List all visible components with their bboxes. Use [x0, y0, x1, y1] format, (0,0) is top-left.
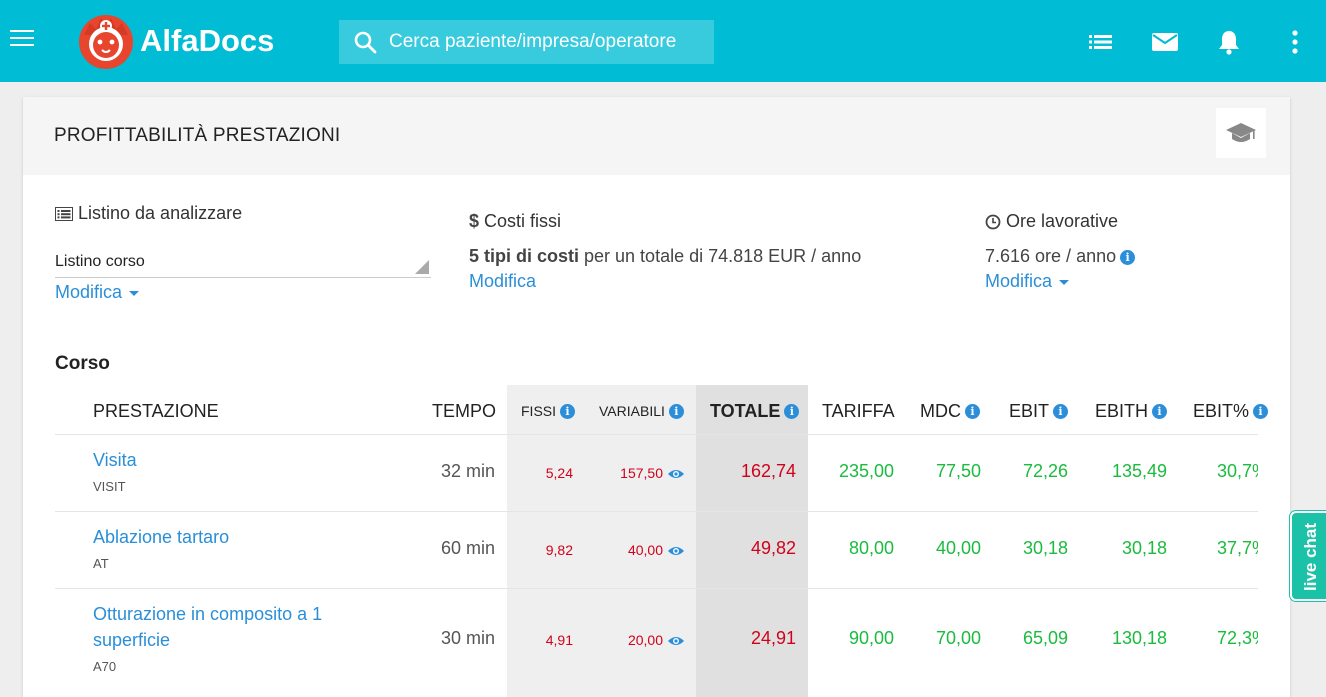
bell-icon[interactable]: [1215, 28, 1243, 56]
header-ebit-percent[interactable]: EBIT% i: [1193, 401, 1269, 422]
tariffa-value: 235,00: [838, 461, 894, 481]
ore-label: Ore lavorative: [1006, 211, 1119, 231]
totale-value: 162,74: [740, 461, 796, 481]
ebit-value: 30,18: [1022, 538, 1068, 558]
live-chat-label: live chat: [1301, 522, 1320, 591]
listino-select[interactable]: Listino corso: [55, 242, 431, 278]
tariffa-value: 80,00: [848, 538, 894, 558]
ebit-percent-value: 30,7%: [1217, 461, 1258, 481]
eye-icon[interactable]: [667, 468, 685, 480]
totale-value: 49,82: [750, 538, 796, 558]
ebit-value: 65,09: [1022, 628, 1068, 648]
mail-icon[interactable]: [1151, 28, 1179, 56]
eye-icon[interactable]: [667, 635, 685, 647]
caret-down-icon: [1059, 279, 1070, 285]
list-icon[interactable]: [1087, 28, 1115, 56]
app-logo[interactable]: AlfaDocs: [76, 11, 274, 71]
header-fissi[interactable]: FISSI i: [521, 403, 576, 419]
header-ebith[interactable]: EBITH i: [1095, 401, 1168, 422]
prestazioni-table: PRESTAZIONE TEMPO FISSI i VARIABILI i TOTA…: [55, 385, 1269, 697]
tutorial-button[interactable]: [1216, 108, 1266, 158]
fissi-value: 4,91: [545, 632, 573, 648]
eye-icon[interactable]: [667, 545, 685, 557]
mdc-value: 70,00: [935, 628, 981, 648]
header-tariffa[interactable]: TARIFFA: [822, 401, 895, 422]
table-row[interactable]: Visita VISIT 32 min 5,24 157,50 162,74 2…: [55, 435, 1258, 512]
profitability-card: PROFITTABILITÀ PRESTAZIONI Listino da an…: [23, 97, 1290, 697]
tempo-value: 60 min: [440, 538, 495, 558]
ore-lavorative-section: Ore lavorative 7.616 ore / anno i Modific…: [985, 211, 1136, 292]
tempo-value: 30 min: [440, 628, 495, 648]
costi-modify-link[interactable]: Modifica: [469, 271, 536, 291]
header-ebit[interactable]: EBIT i: [1009, 401, 1069, 422]
header-variabili[interactable]: VARIABILI i: [599, 403, 684, 419]
page-title: PROFITTABILITÀ PRESTAZIONI: [54, 125, 341, 146]
header-prestazione[interactable]: PRESTAZIONE: [93, 401, 219, 422]
caret-down-icon: [129, 290, 140, 296]
lion-logo-icon: [79, 15, 133, 69]
search-icon: [354, 31, 377, 54]
fissi-value: 5,24: [545, 465, 573, 481]
tempo-value: 32 min: [440, 461, 495, 481]
listino-label: Listino da analizzare: [78, 203, 243, 223]
section-title: Corso: [55, 353, 110, 374]
mdc-value: 77,50: [935, 461, 981, 481]
dollar-icon: $: [469, 211, 480, 231]
search-input[interactable]: [389, 31, 709, 53]
more-vert-icon[interactable]: [1281, 28, 1309, 56]
info-icon[interactable]: i: [784, 404, 800, 419]
prestazione-name-link[interactable]: Visita: [93, 447, 137, 473]
prestazione-code: A70: [93, 659, 117, 674]
totale-value: 24,91: [750, 628, 796, 648]
prestazione-name-link[interactable]: Ablazione tartaro: [93, 524, 229, 550]
variabili-value: 20,00: [628, 632, 685, 648]
listino-section: Listino da analizzare Listino corso Modi…: [55, 203, 431, 303]
table-row[interactable]: Ablazione tartaro AT 60 min 9,82 40,00 4…: [55, 512, 1258, 589]
tariffa-value: 90,00: [848, 628, 894, 648]
listino-modify-link[interactable]: Modifica: [55, 282, 140, 302]
graduation-cap-icon: [1226, 123, 1256, 142]
prestazione-code: AT: [93, 556, 109, 571]
header-tempo[interactable]: TEMPO: [432, 401, 496, 422]
ebith-value: 130,18: [1111, 628, 1167, 648]
fissi-value: 9,82: [545, 542, 573, 558]
header-mdc[interactable]: MDC i: [920, 401, 980, 422]
prestazione-code: VISIT: [93, 479, 126, 494]
variabili-value: 40,00: [628, 542, 685, 558]
select-arrow-icon: [415, 260, 429, 274]
app-name: AlfaDocs: [140, 23, 275, 58]
clock-icon: [985, 214, 1001, 230]
ore-value: 7.616 ore / anno i: [985, 246, 1136, 267]
prestazione-name-link[interactable]: Otturazione in composito a 1 superficie: [93, 601, 322, 653]
info-icon[interactable]: i: [1152, 404, 1168, 419]
ore-modify-link[interactable]: Modifica: [985, 271, 1070, 291]
info-icon[interactable]: i: [560, 403, 576, 419]
header-totale[interactable]: TOTALE i: [710, 401, 800, 422]
table-row[interactable]: Otturazione in composito a 1 superficie A…: [55, 589, 1258, 697]
info-icon[interactable]: i: [1053, 404, 1069, 419]
listino-selected-value: Listino corso: [55, 253, 145, 270]
live-chat-button[interactable]: live chat: [1290, 511, 1326, 601]
table-header: PRESTAZIONE TEMPO FISSI i VARIABILI i TOTA…: [55, 385, 1269, 435]
list-alt-icon: [55, 206, 73, 221]
top-bar: AlfaDocs: [0, 0, 1326, 82]
costi-label: Costi fissi: [484, 211, 562, 231]
ebit-value: 72,26: [1022, 461, 1068, 481]
card-header: PROFITTABILITÀ PRESTAZIONI: [23, 97, 1290, 175]
ebith-value: 135,49: [1111, 461, 1167, 481]
info-icon[interactable]: i: [668, 403, 684, 419]
costi-summary: 5 tipi di costi per un totale di 74.818 …: [469, 246, 862, 266]
ebit-percent-value: 37,7%: [1217, 538, 1258, 558]
variabili-value: 157,50: [620, 465, 685, 481]
search-box[interactable]: [339, 20, 714, 64]
ebith-value: 30,18: [1121, 538, 1167, 558]
costi-fissi-section: $ Costi fissi 5 tipi di costi per un tot…: [469, 211, 861, 292]
mdc-value: 40,00: [935, 538, 981, 558]
info-icon[interactable]: i: [965, 404, 980, 419]
menu-icon[interactable]: [10, 30, 34, 50]
info-icon[interactable]: i: [1120, 249, 1136, 265]
info-icon[interactable]: i: [1253, 404, 1269, 419]
ebit-percent-value: 72,3%: [1217, 628, 1258, 648]
